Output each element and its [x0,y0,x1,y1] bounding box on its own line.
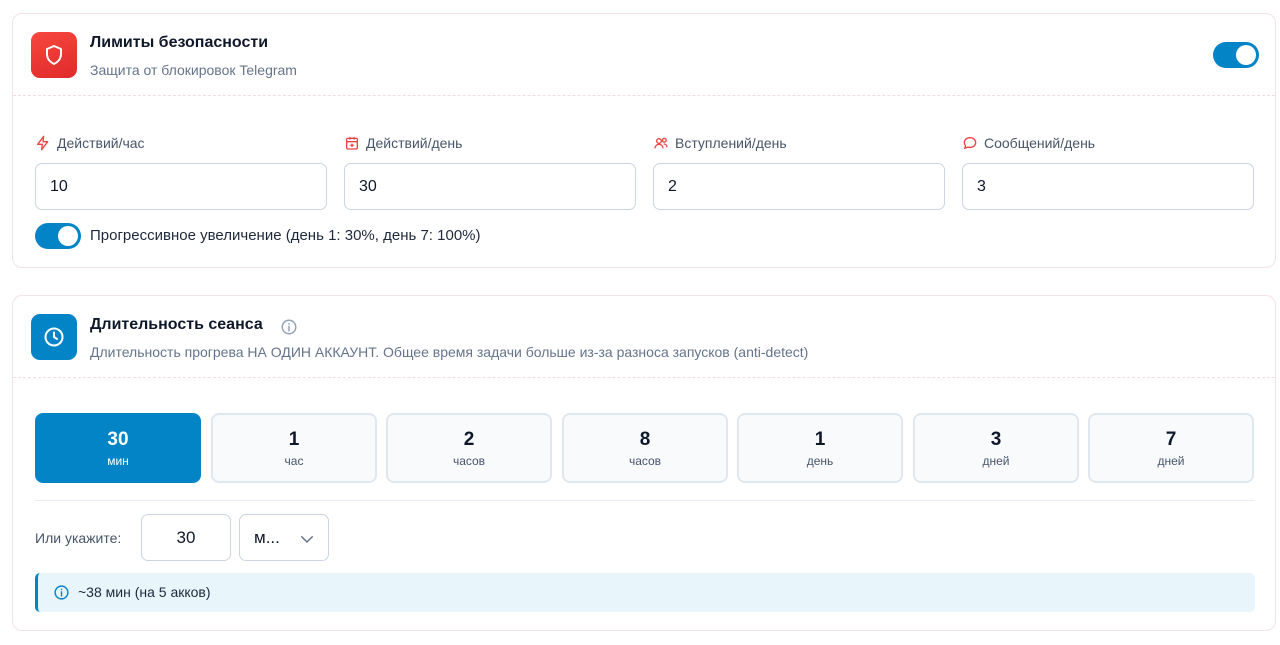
preset-unit: часов [628,453,662,468]
preset-number: 30 [107,428,129,450]
preset-number: 8 [639,428,651,450]
preset-unit: дней [982,453,1010,468]
field-label-text: Вступлений/день [675,135,787,151]
session-duration-title: Длительность сеанса [90,316,263,333]
session-duration-subtitle: Длительность прогрева НА ОДИН АККАУНТ. О… [90,344,809,360]
toggle-knob [1236,45,1256,65]
preset-number: 7 [1165,428,1177,450]
joins-per-day-label: Вступлений/день [653,135,787,151]
safety-limits-header: Лимиты безопасности Защита от блокировок… [13,14,1275,96]
preset-unit: час [284,453,304,468]
divider [35,500,1255,501]
field-label-text: Действий/час [57,135,145,151]
message-icon [963,137,977,149]
unit-select-value: м... [254,528,280,547]
lightning-icon [37,135,49,151]
users-icon [654,137,668,149]
calendar-icon [346,137,358,150]
progressive-increase-toggle[interactable] [35,223,81,249]
messages-per-day-input[interactable] [962,163,1254,210]
progressive-increase-label: Прогрессивное увеличение (день 1: 30%, д… [90,227,481,244]
safety-limits-card: Лимиты безопасности Защита от блокировок… [12,13,1276,268]
preset-30-min[interactable]: 30 мин [35,413,201,483]
preset-number: 2 [463,428,475,450]
chevron-down-icon [301,536,313,543]
preset-number: 1 [814,428,826,450]
custom-duration-label: Или укажите: [35,530,122,546]
clock-icon [31,314,77,360]
preset-7-days[interactable]: 7 дней [1088,413,1254,483]
preset-3-days[interactable]: 3 дней [913,413,1079,483]
session-duration-header: Длительность сеанса Длительность прогрев… [13,296,1275,378]
toggle-knob [58,226,78,246]
preset-1-hour[interactable]: 1 час [211,413,377,483]
preset-2-hours[interactable]: 2 часов [386,413,552,483]
safety-limits-subtitle: Защита от блокировок Telegram [90,62,297,78]
session-duration-card: Длительность сеанса Длительность прогрев… [12,295,1276,631]
preset-unit: дней [1157,453,1185,468]
info-icon [54,585,69,600]
actions-per-day-label: Действий/день [344,135,462,151]
field-label-text: Действий/день [366,135,463,151]
safety-limits-toggle[interactable] [1213,42,1259,68]
estimate-text: ~38 мин (на 5 акков) [78,584,211,600]
messages-per-day-label: Сообщений/день [962,135,1095,151]
preset-unit: день [806,453,834,468]
actions-per-day-input[interactable] [344,163,636,210]
preset-number: 3 [990,428,1002,450]
field-label-text: Сообщений/день [984,135,1096,151]
estimate-note: ~38 мин (на 5 акков) [35,573,1255,612]
preset-unit: мин [107,453,129,468]
actions-per-hour-input[interactable] [35,163,327,210]
shield-icon [31,32,77,78]
preset-unit: часов [452,453,486,468]
preset-number: 1 [288,428,300,450]
safety-limits-title: Лимиты безопасности [90,34,269,51]
info-icon[interactable] [280,318,298,336]
duration-unit-select[interactable]: м... [239,514,329,561]
actions-per-hour-label: Действий/час [35,135,145,151]
preset-8-hours[interactable]: 8 часов [562,413,728,483]
joins-per-day-input[interactable] [653,163,945,210]
custom-duration-input[interactable] [141,514,231,561]
preset-1-day[interactable]: 1 день [737,413,903,483]
